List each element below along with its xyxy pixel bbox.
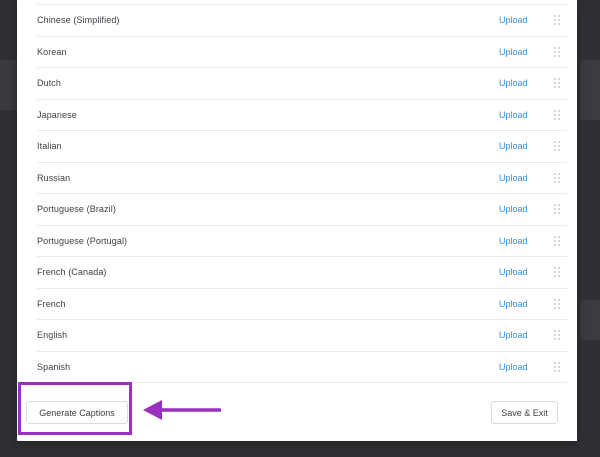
upload-link[interactable]: Upload [499,299,528,309]
language-row: Portuguese (Portugal) Upload [37,226,567,257]
upload-link[interactable]: Upload [499,173,528,183]
language-row: Korean Upload [37,37,567,68]
drag-handle-icon[interactable] [554,298,560,309]
drag-handle-icon[interactable] [554,204,560,215]
backdrop-shape [580,60,600,120]
language-row: English Upload [37,320,567,352]
language-name: Spanish [37,361,71,372]
upload-link[interactable]: Upload [499,141,528,151]
language-row: Russian Upload [37,163,567,194]
upload-link[interactable]: Upload [499,47,528,57]
drag-handle-icon[interactable] [554,330,560,341]
language-row: Chinese (Simplified) Upload [37,5,567,37]
upload-link[interactable]: Upload [499,267,528,277]
upload-link[interactable]: Upload [499,362,528,372]
upload-link[interactable]: Upload [499,110,528,120]
language-row: French (Canada) Upload [37,257,567,289]
language-name: Portuguese (Brazil) [37,204,116,215]
drag-handle-icon[interactable] [554,235,560,246]
arrow-left-icon [143,399,222,426]
language-row: Portuguese (Brazil) Upload [37,194,567,226]
drag-handle-icon[interactable] [554,46,560,57]
language-name: Russian [37,172,71,183]
language-row: French Upload [37,289,567,320]
backdrop-shape [0,60,17,110]
language-list: Chinese (Simplified) Upload Korean Uploa… [37,4,567,383]
language-row: Japanese Upload [37,100,567,131]
upload-link[interactable]: Upload [499,236,528,246]
captions-modal: Chinese (Simplified) Upload Korean Uploa… [17,0,577,441]
drag-handle-icon[interactable] [554,78,560,89]
language-row: Dutch Upload [37,68,567,100]
language-name: French [37,298,66,309]
language-row: Italian Upload [37,131,567,163]
language-name: Italian [37,141,62,152]
upload-link[interactable]: Upload [499,330,528,340]
language-name: Chinese (Simplified) [37,15,120,26]
language-name: English [37,330,68,341]
upload-link[interactable]: Upload [499,15,528,25]
language-name: Portuguese (Portugal) [37,235,128,246]
language-name: Korean [37,46,67,57]
drag-handle-icon[interactable] [554,141,560,152]
drag-handle-icon[interactable] [554,361,560,372]
drag-handle-icon[interactable] [554,267,560,278]
save-exit-button[interactable]: Save & Exit [491,401,558,424]
upload-link[interactable]: Upload [499,204,528,214]
upload-link[interactable]: Upload [499,78,528,88]
drag-handle-icon[interactable] [554,109,560,120]
language-name: Japanese [37,109,77,120]
drag-handle-icon[interactable] [554,15,560,26]
language-name: French (Canada) [37,267,107,278]
language-row: Spanish Upload [37,352,567,383]
generate-captions-button[interactable]: Generate Captions [26,401,128,424]
language-name: Dutch [37,78,62,89]
drag-handle-icon[interactable] [554,172,560,183]
backdrop-shape [580,300,600,340]
